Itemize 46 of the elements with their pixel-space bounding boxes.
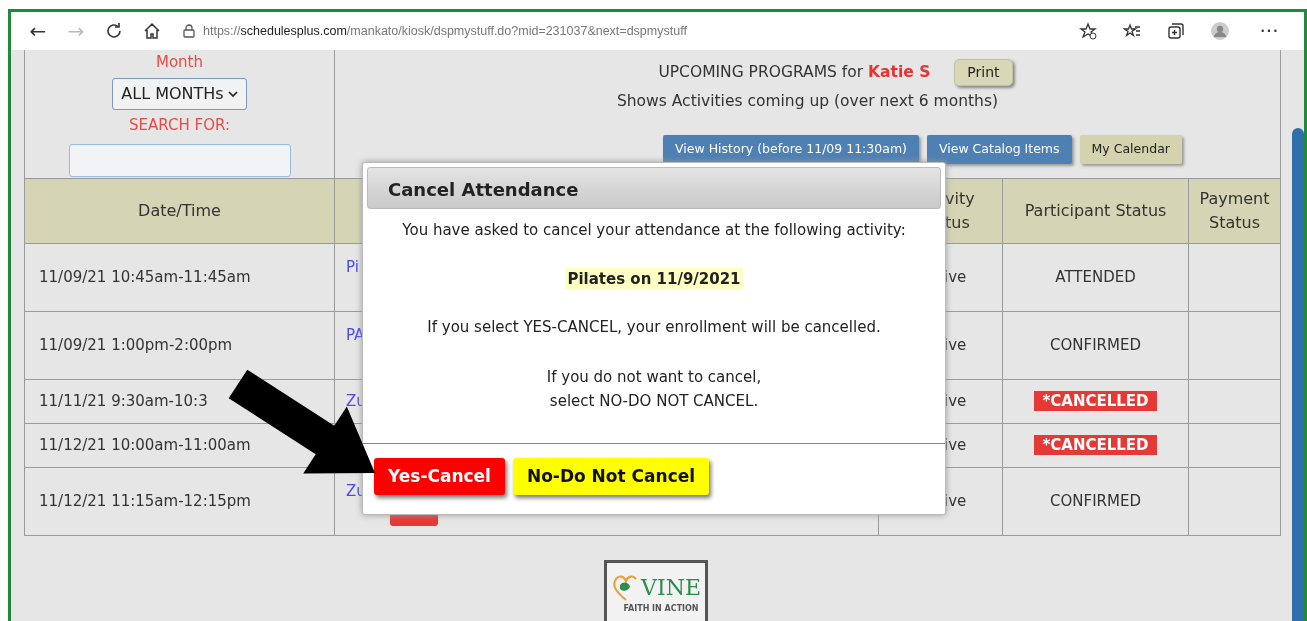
yes-cancel-button[interactable]: Yes-Cancel [374, 457, 505, 495]
more-button[interactable]: ··· [1244, 16, 1294, 46]
no-cancel-button[interactable]: No-Do Not Cancel [512, 457, 710, 495]
dialog-text: If you do not want to cancel, select NO-DO NOT CANCEL. [546, 366, 762, 412]
column-header-fragment: vity tus [945, 188, 975, 234]
table-cell: 11/12/21 11:15am-12:15pm [39, 492, 251, 511]
search-label: SEARCH FOR: [129, 113, 230, 136]
back-button[interactable]: ← [21, 16, 55, 46]
page-heading: UPCOMING PROGRAMS for Katie S [658, 61, 931, 83]
scrollbar[interactable] [1292, 128, 1304, 621]
profile-icon[interactable] [1211, 22, 1229, 40]
table-cell: 11/09/21 10:45am-11:45am [39, 268, 251, 287]
month-label: Month [156, 51, 203, 74]
table-cell: 11/11/21 9:30am-10:3 [39, 392, 208, 411]
column-header: Participant Status [1024, 200, 1167, 222]
activity-link[interactable]: Pi [346, 258, 359, 276]
column-header: Payment Status [1198, 188, 1271, 234]
dialog-text: You have asked to cancel your attendance at the following activity: [402, 220, 906, 241]
search-field[interactable] [68, 144, 291, 177]
table-cell: CONFIRMED [1050, 336, 1141, 355]
nav-button[interactable]: My Calendar [1079, 135, 1182, 164]
home-icon[interactable] [143, 22, 161, 40]
status-badge: *CANCELLED [1034, 391, 1157, 412]
table-cell: CONFIRMED [1050, 492, 1141, 511]
caret-icon [227, 90, 238, 98]
lock-icon [183, 24, 195, 38]
nav-button[interactable]: View Catalog Items [926, 135, 1072, 164]
print-button[interactable]: Print [954, 59, 1013, 86]
page-subtitle: Shows Activities coming up (over next 6 months) [616, 90, 999, 114]
refresh-icon[interactable] [105, 22, 123, 40]
logo-tagline: FAITH IN ACTION [622, 603, 700, 615]
logo-text: VINE [641, 577, 701, 599]
table-cell: 11/09/21 1:00pm-2:00pm [39, 336, 233, 355]
activity-name: Pilates on 11/9/2021 [565, 267, 743, 290]
collections-icon[interactable] [1167, 22, 1185, 40]
dialog-text: If you select YES-CANCEL, your enrollment will be cancelled. [427, 317, 881, 338]
nav-button[interactable]: View History (before 11/09 11:30am) [663, 135, 919, 164]
favorites-icon[interactable] [1123, 22, 1141, 40]
status-badge: *CANCELLED [1034, 435, 1157, 456]
dialog-title: Cancel Attendance [367, 167, 941, 209]
table-cell: ATTENDED [1055, 268, 1136, 287]
column-header: Date/Time [138, 200, 221, 222]
table-cell: 11/12/21 10:00am-11:00am [39, 436, 251, 455]
url-text[interactable]: https://schedulesplus.com/mankato/kiosk/dspmystuff.do?mid=231037&next=dspmystuff [203, 21, 687, 41]
favorite-add-icon[interactable] [1079, 22, 1097, 40]
month-select[interactable]: ALL MONTHs [112, 77, 247, 110]
